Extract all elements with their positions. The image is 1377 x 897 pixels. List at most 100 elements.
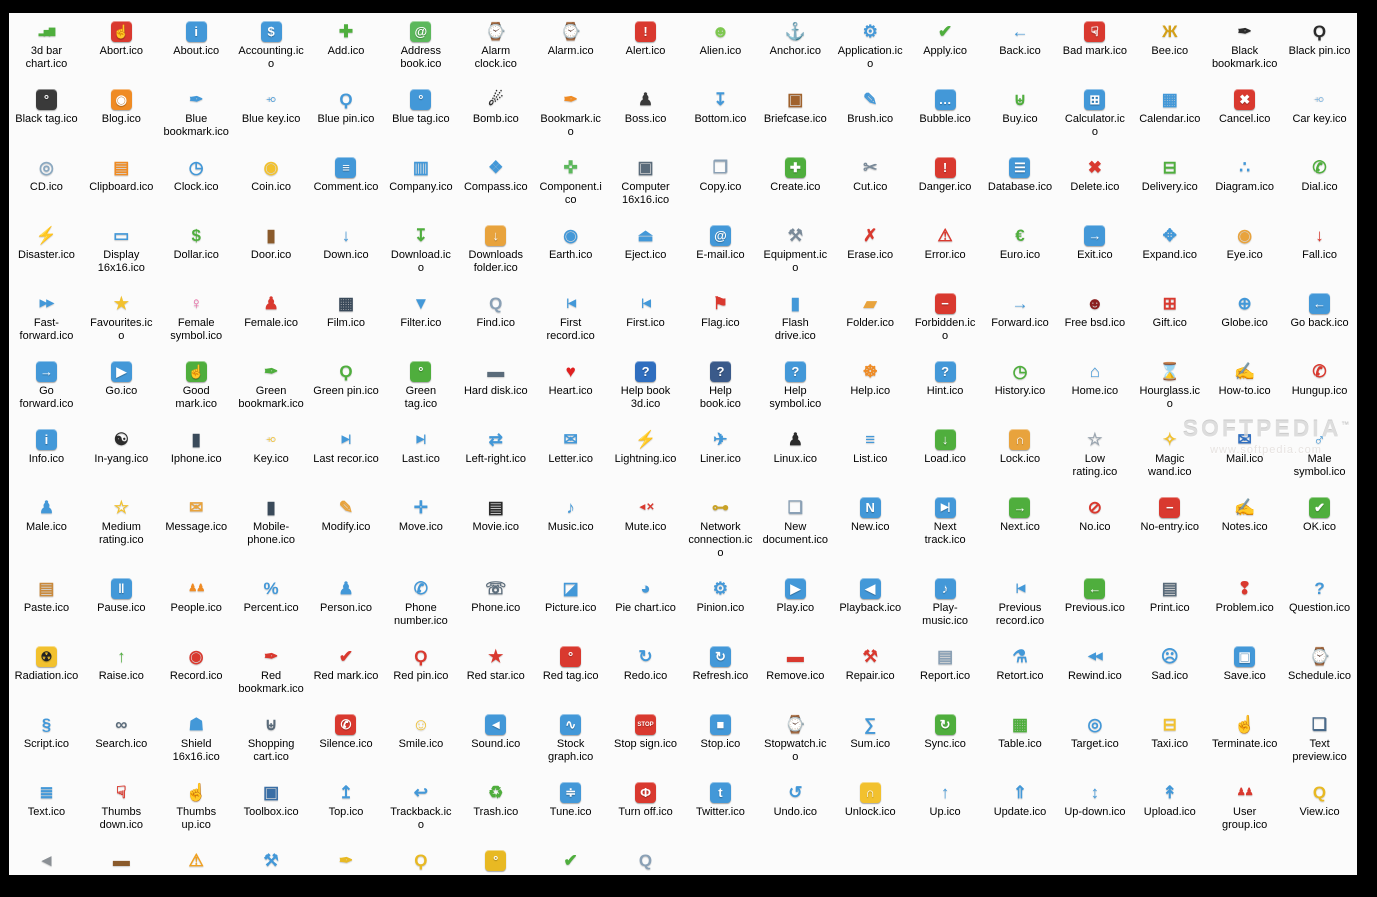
file-taxi[interactable]: ⊟Taxi.ico	[1132, 709, 1207, 764]
file-load[interactable]: ↓Load.ico	[908, 424, 983, 479]
file-gift[interactable]: ⊞Gift.ico	[1132, 288, 1207, 343]
file-raise[interactable]: ↑Raise.ico	[84, 641, 159, 696]
file-repair[interactable]: ⚒Repair.ico	[833, 641, 908, 696]
file-go-forward[interactable]: →Go forward.ico	[9, 356, 84, 424]
file-bee[interactable]: ЖBee.ico	[1132, 16, 1207, 71]
file-report[interactable]: ▤Report.ico	[908, 641, 983, 696]
file-female[interactable]: ♟Female.ico	[234, 288, 309, 343]
file-sad[interactable]: ☹Sad.ico	[1132, 641, 1207, 696]
file-fall[interactable]: ↓Fall.ico	[1282, 220, 1357, 275]
file-toolbox[interactable]: ▣Toolbox.ico	[234, 777, 309, 832]
file-low-rating[interactable]: ☆Low rating.ico	[1057, 424, 1132, 492]
file-folder[interactable]: ▰Folder.ico	[833, 288, 908, 343]
file-volume[interactable]: ◄Volume.ico	[9, 845, 84, 875]
file-green-tag[interactable]: °Green tag.ico	[383, 356, 458, 424]
file-previous[interactable]: ←Previous.ico	[1057, 573, 1132, 628]
file-briefcase[interactable]: ▣Briefcase.ico	[758, 84, 833, 139]
file-mute[interactable]: ◄✕Mute.ico	[608, 492, 683, 547]
file-hint[interactable]: ?Hint.ico	[908, 356, 983, 411]
file-add[interactable]: ✚Add.ico	[309, 16, 384, 71]
file-update[interactable]: ⇑Update.ico	[983, 777, 1058, 832]
file-stop-sign[interactable]: STOPStop sign.ico	[608, 709, 683, 764]
file-music[interactable]: ♪Music.ico	[533, 492, 608, 547]
file-magic-wand[interactable]: ✧Magic wand.ico	[1132, 424, 1207, 492]
file-problem[interactable]: ❢Problem.ico	[1207, 573, 1282, 628]
file-car-key[interactable]: ♀Car key.ico	[1282, 84, 1357, 139]
file-computer-16x16[interactable]: ▣Computer 16x16.ico	[608, 152, 683, 220]
file-green-bookmark[interactable]: ✒Green bookmark.ico	[234, 356, 309, 424]
file-phone-number[interactable]: ✆Phone number.ico	[383, 573, 458, 641]
file-sync[interactable]: ↻Sync.ico	[908, 709, 983, 764]
file-eye[interactable]: ◉Eye.ico	[1207, 220, 1282, 275]
file-downloads-folder[interactable]: ↓Downloads folder.ico	[458, 220, 533, 288]
file-alert[interactable]: !Alert.ico	[608, 16, 683, 71]
file-heart[interactable]: ♥Heart.ico	[533, 356, 608, 411]
file-create[interactable]: ✚Create.ico	[758, 152, 833, 207]
file-exit[interactable]: →Exit.ico	[1057, 220, 1132, 275]
file-hourglass[interactable]: ⌛Hourglass.ico	[1132, 356, 1207, 424]
file-wrench[interactable]: ⚒Wrench.ico	[234, 845, 309, 875]
file-diagram[interactable]: ∴Diagram.ico	[1207, 152, 1282, 207]
file-3d-bar-chart[interactable]: ▂▅▇3d bar chart.ico	[9, 16, 84, 84]
file-unlock[interactable]: ∩Unlock.ico	[833, 777, 908, 832]
file-letter[interactable]: ✉Letter.ico	[533, 424, 608, 479]
file-picture[interactable]: ◪Picture.ico	[533, 573, 608, 628]
file-help-book-3d[interactable]: ?Help book 3d.ico	[608, 356, 683, 424]
file-next[interactable]: →Next.ico	[983, 492, 1058, 547]
file-yes[interactable]: ✔Yes.ico	[533, 845, 608, 875]
file-lock[interactable]: ∩Lock.ico	[983, 424, 1058, 479]
file-anchor[interactable]: ⚓Anchor.ico	[758, 16, 833, 71]
file-hungup[interactable]: ✆Hungup.ico	[1282, 356, 1357, 411]
file-turn-off[interactable]: ΦTurn off.ico	[608, 777, 683, 832]
file-clipboard[interactable]: ▤Clipboard.ico	[84, 152, 159, 207]
file-forbidden[interactable]: −Forbidden.ico	[908, 288, 983, 356]
file-play-music[interactable]: ♪Play-music.ico	[908, 573, 983, 641]
file-message[interactable]: ✉Message.ico	[159, 492, 234, 547]
file-download[interactable]: ↧Download.ico	[383, 220, 458, 288]
file-find[interactable]: QFind.ico	[458, 288, 533, 343]
file-help-symbol[interactable]: ?Help symbol.ico	[758, 356, 833, 424]
file-calculator[interactable]: ⊞Calculator.ico	[1057, 84, 1132, 152]
file-question[interactable]: ?Question.ico	[1282, 573, 1357, 628]
file-fast-forward[interactable]: ▶▶Fast-forward.ico	[9, 288, 84, 356]
file-company[interactable]: ▥Company.ico	[383, 152, 458, 207]
file-about[interactable]: iAbout.ico	[159, 16, 234, 71]
file-bookmark[interactable]: ✒Bookmark.ico	[533, 84, 608, 152]
file-application[interactable]: ⚙Application.ico	[833, 16, 908, 84]
file-boss[interactable]: ♟Boss.ico	[608, 84, 683, 139]
file-save[interactable]: ▣Save.ico	[1207, 641, 1282, 696]
file-notes[interactable]: ✍Notes.ico	[1207, 492, 1282, 547]
file-coin[interactable]: ◉Coin.ico	[234, 152, 309, 207]
file-print[interactable]: ▤Print.ico	[1132, 573, 1207, 628]
file-terminate[interactable]: ☝Terminate.ico	[1207, 709, 1282, 764]
file-sound[interactable]: ◄Sound.ico	[458, 709, 533, 764]
file-film[interactable]: ▦Film.ico	[309, 288, 384, 343]
file-erase[interactable]: ✗Erase.ico	[833, 220, 908, 275]
file-smile[interactable]: ☺Smile.ico	[383, 709, 458, 764]
file-last-record[interactable]: ▶|Last recor.ico	[309, 424, 384, 479]
file-green-pin[interactable]: ϘGreen pin.ico	[309, 356, 384, 411]
file-help[interactable]: ☸Help.ico	[833, 356, 908, 411]
file-up[interactable]: ↑Up.ico	[908, 777, 983, 832]
file-last[interactable]: ▶|Last.ico	[383, 424, 458, 479]
file-retort[interactable]: ⚗Retort.ico	[983, 641, 1058, 696]
file-table[interactable]: ▦Table.ico	[983, 709, 1058, 764]
file-red-mark[interactable]: ✔Red mark.ico	[309, 641, 384, 696]
file-thumbs-up[interactable]: ☝Thumbs up.ico	[159, 777, 234, 845]
file-earth[interactable]: ◉Earth.ico	[533, 220, 608, 275]
file-red-tag[interactable]: °Red tag.ico	[533, 641, 608, 696]
file-trash[interactable]: ♻Trash.ico	[458, 777, 533, 832]
file-go-back[interactable]: ←Go back.ico	[1282, 288, 1357, 343]
file-delivery[interactable]: ⊟Delivery.ico	[1132, 152, 1207, 207]
file-undo[interactable]: ↺Undo.ico	[758, 777, 833, 832]
file-clock[interactable]: ◷Clock.ico	[159, 152, 234, 207]
file-mobile-phone[interactable]: ▮Mobile-phone.ico	[234, 492, 309, 560]
file-go[interactable]: ▶Go.ico	[84, 356, 159, 411]
file-abort[interactable]: ☝Abort.ico	[84, 16, 159, 71]
file-filter[interactable]: ▼Filter.ico	[383, 288, 458, 343]
file-dial[interactable]: ✆Dial.ico	[1282, 152, 1357, 207]
file-upload[interactable]: ↟Upload.ico	[1132, 777, 1207, 832]
file-shopping-cart[interactable]: ⊎Shopping cart.ico	[234, 709, 309, 777]
file-sum[interactable]: ∑Sum.ico	[833, 709, 908, 764]
file-pie-chart[interactable]: ◕Pie chart.ico	[608, 573, 683, 628]
